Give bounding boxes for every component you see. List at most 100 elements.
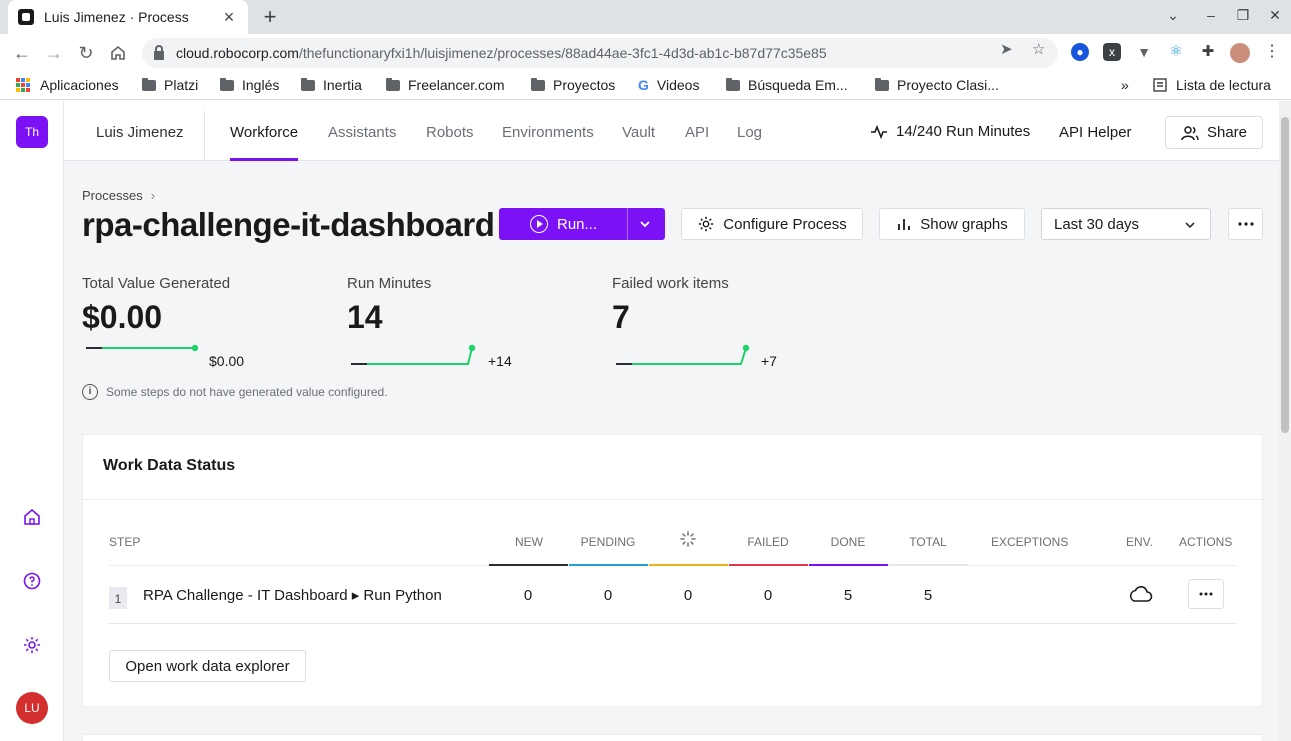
minimize-icon[interactable]: – bbox=[1201, 7, 1221, 23]
window-close-icon[interactable]: ✕ bbox=[1265, 7, 1285, 24]
period-value: Last 30 days bbox=[1054, 215, 1140, 233]
header-step: STEP bbox=[109, 535, 141, 549]
share-button[interactable]: Share bbox=[1165, 116, 1263, 149]
breadcrumb-processes[interactable]: Processes bbox=[82, 188, 143, 203]
period-select[interactable]: Last 30 days bbox=[1041, 208, 1211, 240]
workspace-badge[interactable]: Th bbox=[16, 116, 48, 148]
failed-color-bar bbox=[729, 564, 808, 566]
extension-x-icon[interactable]: x bbox=[1103, 43, 1121, 61]
breadcrumb[interactable]: Processes › bbox=[82, 188, 155, 203]
api-helper-link[interactable]: API Helper bbox=[1059, 124, 1132, 141]
chevron-down-icon bbox=[1185, 222, 1195, 229]
bookmark-apps[interactable]: Aplicaciones bbox=[16, 77, 119, 93]
cell-pending: 0 bbox=[603, 587, 613, 604]
bookmark-platzi[interactable]: Platzi bbox=[142, 77, 198, 93]
bar-chart-icon bbox=[898, 219, 911, 230]
pending-color-bar bbox=[569, 564, 648, 566]
org-name[interactable]: Luis Jimenez bbox=[96, 124, 184, 141]
metric-total-value: Total Value Generated $0.00 $0.00 bbox=[82, 275, 282, 369]
address-bar[interactable]: cloud.robocorp.com/thefunctionaryfxi1h/l… bbox=[142, 38, 1058, 68]
google-icon: G bbox=[638, 77, 649, 93]
folder-icon bbox=[301, 77, 315, 91]
reload-icon[interactable]: ↻ bbox=[74, 41, 98, 65]
user-avatar[interactable]: LU bbox=[16, 692, 48, 724]
back-icon[interactable]: ← bbox=[10, 41, 34, 65]
browser-menu-icon[interactable]: ⋮ bbox=[1263, 43, 1281, 61]
run-minutes-indicator[interactable]: 14/240 Run Minutes bbox=[870, 123, 1030, 140]
new-tab-button[interactable]: + bbox=[258, 4, 282, 30]
header-env: ENV. bbox=[1126, 535, 1153, 549]
org-divider bbox=[204, 111, 205, 159]
configure-process-button[interactable]: Configure Process bbox=[681, 208, 863, 240]
run-label: Run... bbox=[557, 215, 598, 233]
card-title: Work Data Status bbox=[103, 457, 236, 474]
header-done: DONE bbox=[830, 535, 866, 549]
nav-log[interactable]: Log bbox=[737, 124, 762, 141]
folder-icon bbox=[726, 77, 740, 91]
metric-value: $0.00 bbox=[82, 299, 163, 335]
restore-icon[interactable]: ❐ bbox=[1233, 7, 1253, 24]
metric-value: 7 bbox=[612, 299, 630, 335]
tab-close-icon[interactable]: × bbox=[220, 7, 238, 28]
card-divider bbox=[83, 499, 1264, 500]
nav-assistants[interactable]: Assistants bbox=[328, 124, 396, 141]
metric-failed-items: Failed work items 7 +7 bbox=[612, 275, 812, 369]
page-scrollbar[interactable] bbox=[1279, 101, 1291, 741]
cell-new: 0 bbox=[523, 587, 533, 604]
bookmark-proyectos[interactable]: Proyectos bbox=[531, 77, 615, 93]
send-tab-icon[interactable]: ➤ bbox=[1000, 40, 1013, 58]
value-config-note: i Some steps do not have generated value… bbox=[82, 384, 388, 400]
nav-vault[interactable]: Vault bbox=[622, 124, 655, 141]
reading-list-icon bbox=[1153, 78, 1167, 92]
bookmark-star-icon[interactable]: ☆ bbox=[1032, 40, 1045, 58]
step-number: 1 bbox=[109, 587, 127, 609]
extension-react-icon[interactable]: ⚛ bbox=[1167, 43, 1185, 61]
extensions-puzzle-icon[interactable]: ✚ bbox=[1199, 43, 1217, 61]
run-button[interactable]: Run... bbox=[499, 208, 665, 240]
browser-tab[interactable]: Luis Jimenez · Process × bbox=[8, 0, 248, 34]
bookmark-proyecto-clasi[interactable]: Proyecto Clasi... bbox=[875, 77, 999, 93]
note-text: Some steps do not have generated value c… bbox=[106, 385, 388, 399]
row-divider bbox=[109, 623, 1237, 624]
chevron-down-icon[interactable] bbox=[638, 217, 652, 231]
header-failed: FAILED bbox=[747, 535, 789, 549]
nav-robots[interactable]: Robots bbox=[426, 124, 474, 141]
profile-avatar[interactable] bbox=[1230, 43, 1250, 63]
show-graphs-button[interactable]: Show graphs bbox=[879, 208, 1025, 240]
home-icon[interactable] bbox=[106, 41, 130, 65]
bookmark-freelancer[interactable]: Freelancer.com bbox=[386, 77, 504, 93]
sparkline bbox=[351, 344, 476, 365]
left-sidebar: Th LU bbox=[0, 101, 64, 741]
bookmark-inertia[interactable]: Inertia bbox=[301, 77, 362, 93]
home-nav-icon[interactable] bbox=[22, 507, 42, 527]
metric-run-minutes: Run Minutes 14 +14 bbox=[347, 275, 547, 369]
more-options-button[interactable] bbox=[1228, 208, 1263, 240]
tab-search-chevron-icon[interactable]: ⌄ bbox=[1163, 7, 1183, 24]
extension-1-icon[interactable]: ● bbox=[1071, 43, 1089, 61]
metric-delta: +14 bbox=[488, 353, 512, 369]
nav-api[interactable]: API bbox=[685, 124, 709, 141]
cell-failed: 0 bbox=[763, 587, 773, 604]
bookmark-ingles[interactable]: Inglés bbox=[220, 77, 279, 93]
open-work-data-explorer-button[interactable]: Open work data explorer bbox=[109, 650, 306, 682]
row-actions-button[interactable] bbox=[1188, 579, 1224, 609]
cell-done: 5 bbox=[843, 587, 853, 604]
page-title: rpa-challenge-it-dashboard bbox=[82, 206, 495, 243]
scrollbar-thumb[interactable] bbox=[1281, 117, 1289, 433]
help-icon[interactable] bbox=[22, 571, 42, 591]
forward-icon[interactable]: → bbox=[42, 41, 66, 65]
bookmark-videos[interactable]: G Videos bbox=[638, 77, 699, 93]
info-icon: i bbox=[82, 384, 98, 400]
nav-workforce[interactable]: Workforce bbox=[230, 124, 298, 141]
bookmarks-overflow[interactable]: » bbox=[1121, 77, 1129, 93]
apps-grid-icon bbox=[16, 78, 30, 92]
bookmark-busqueda[interactable]: Búsqueda Em... bbox=[726, 77, 848, 93]
active-nav-underline bbox=[230, 158, 298, 161]
nav-environments[interactable]: Environments bbox=[502, 124, 594, 141]
reading-list[interactable]: Lista de lectura bbox=[1153, 77, 1271, 93]
extension-vue-icon[interactable]: ▼ bbox=[1135, 43, 1153, 61]
browser-tabstrip: Luis Jimenez · Process × + ⌄ – ❐ ✕ bbox=[0, 0, 1291, 34]
chevron-right-icon: › bbox=[150, 188, 156, 203]
sparkline bbox=[616, 344, 750, 365]
settings-gear-icon[interactable] bbox=[22, 635, 42, 655]
